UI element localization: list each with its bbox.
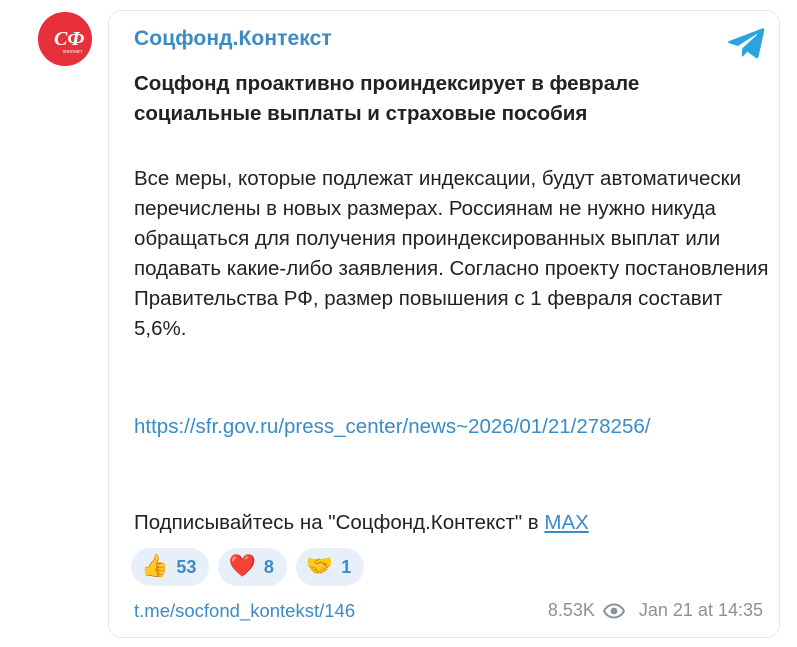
subscribe-line: Подписывайтесь на "Соцфонд.Контекст" в M… [134,508,589,538]
post-title: Соцфонд проактивно проиндексирует в февр… [134,72,640,125]
thumbs-up-icon: 👍 [141,554,169,579]
heart-icon: ❤️ [228,554,256,579]
post-permalink[interactable]: t.me/socfond_kontekst/146 [134,600,355,622]
svg-text:СФ: СФ [54,28,84,50]
max-link[interactable]: MAX [544,511,588,534]
subscribe-text: Подписывайтесь на "Соцфонд.Контекст" в [134,511,545,534]
views-count: 8.53K [547,600,595,620]
telegram-icon[interactable] [726,26,766,60]
reaction-heart[interactable]: ❤️ 8 [218,548,287,586]
reaction-count: 53 [176,556,197,577]
post-body: Все меры, которые подлежат индексации, б… [134,167,769,340]
post-source-link[interactable]: https://sfr.gov.ru/press_center/news~202… [134,412,766,442]
svg-text:контекст: контекст [63,49,84,55]
reaction-handshake[interactable]: 🤝 1 [295,548,365,586]
reactions-bar: 👍 53 ❤️ 8 🤝 1 [131,548,365,586]
socfond-logo-icon: СФ контекст [38,12,92,66]
channel-avatar[interactable]: СФ контекст [38,12,92,66]
reaction-count: 1 [341,556,352,577]
eye-icon [602,602,625,619]
post-date: Jan 21 at 14:35 [638,600,763,620]
post-meta: 8.53K Jan 21 at 14:35 [548,600,763,621]
channel-name[interactable]: Соцфонд.Контекст [134,27,332,51]
reaction-count: 8 [263,556,274,577]
reaction-thumbs-up[interactable]: 👍 53 [131,548,210,586]
handshake-icon: 🤝 [305,554,334,579]
